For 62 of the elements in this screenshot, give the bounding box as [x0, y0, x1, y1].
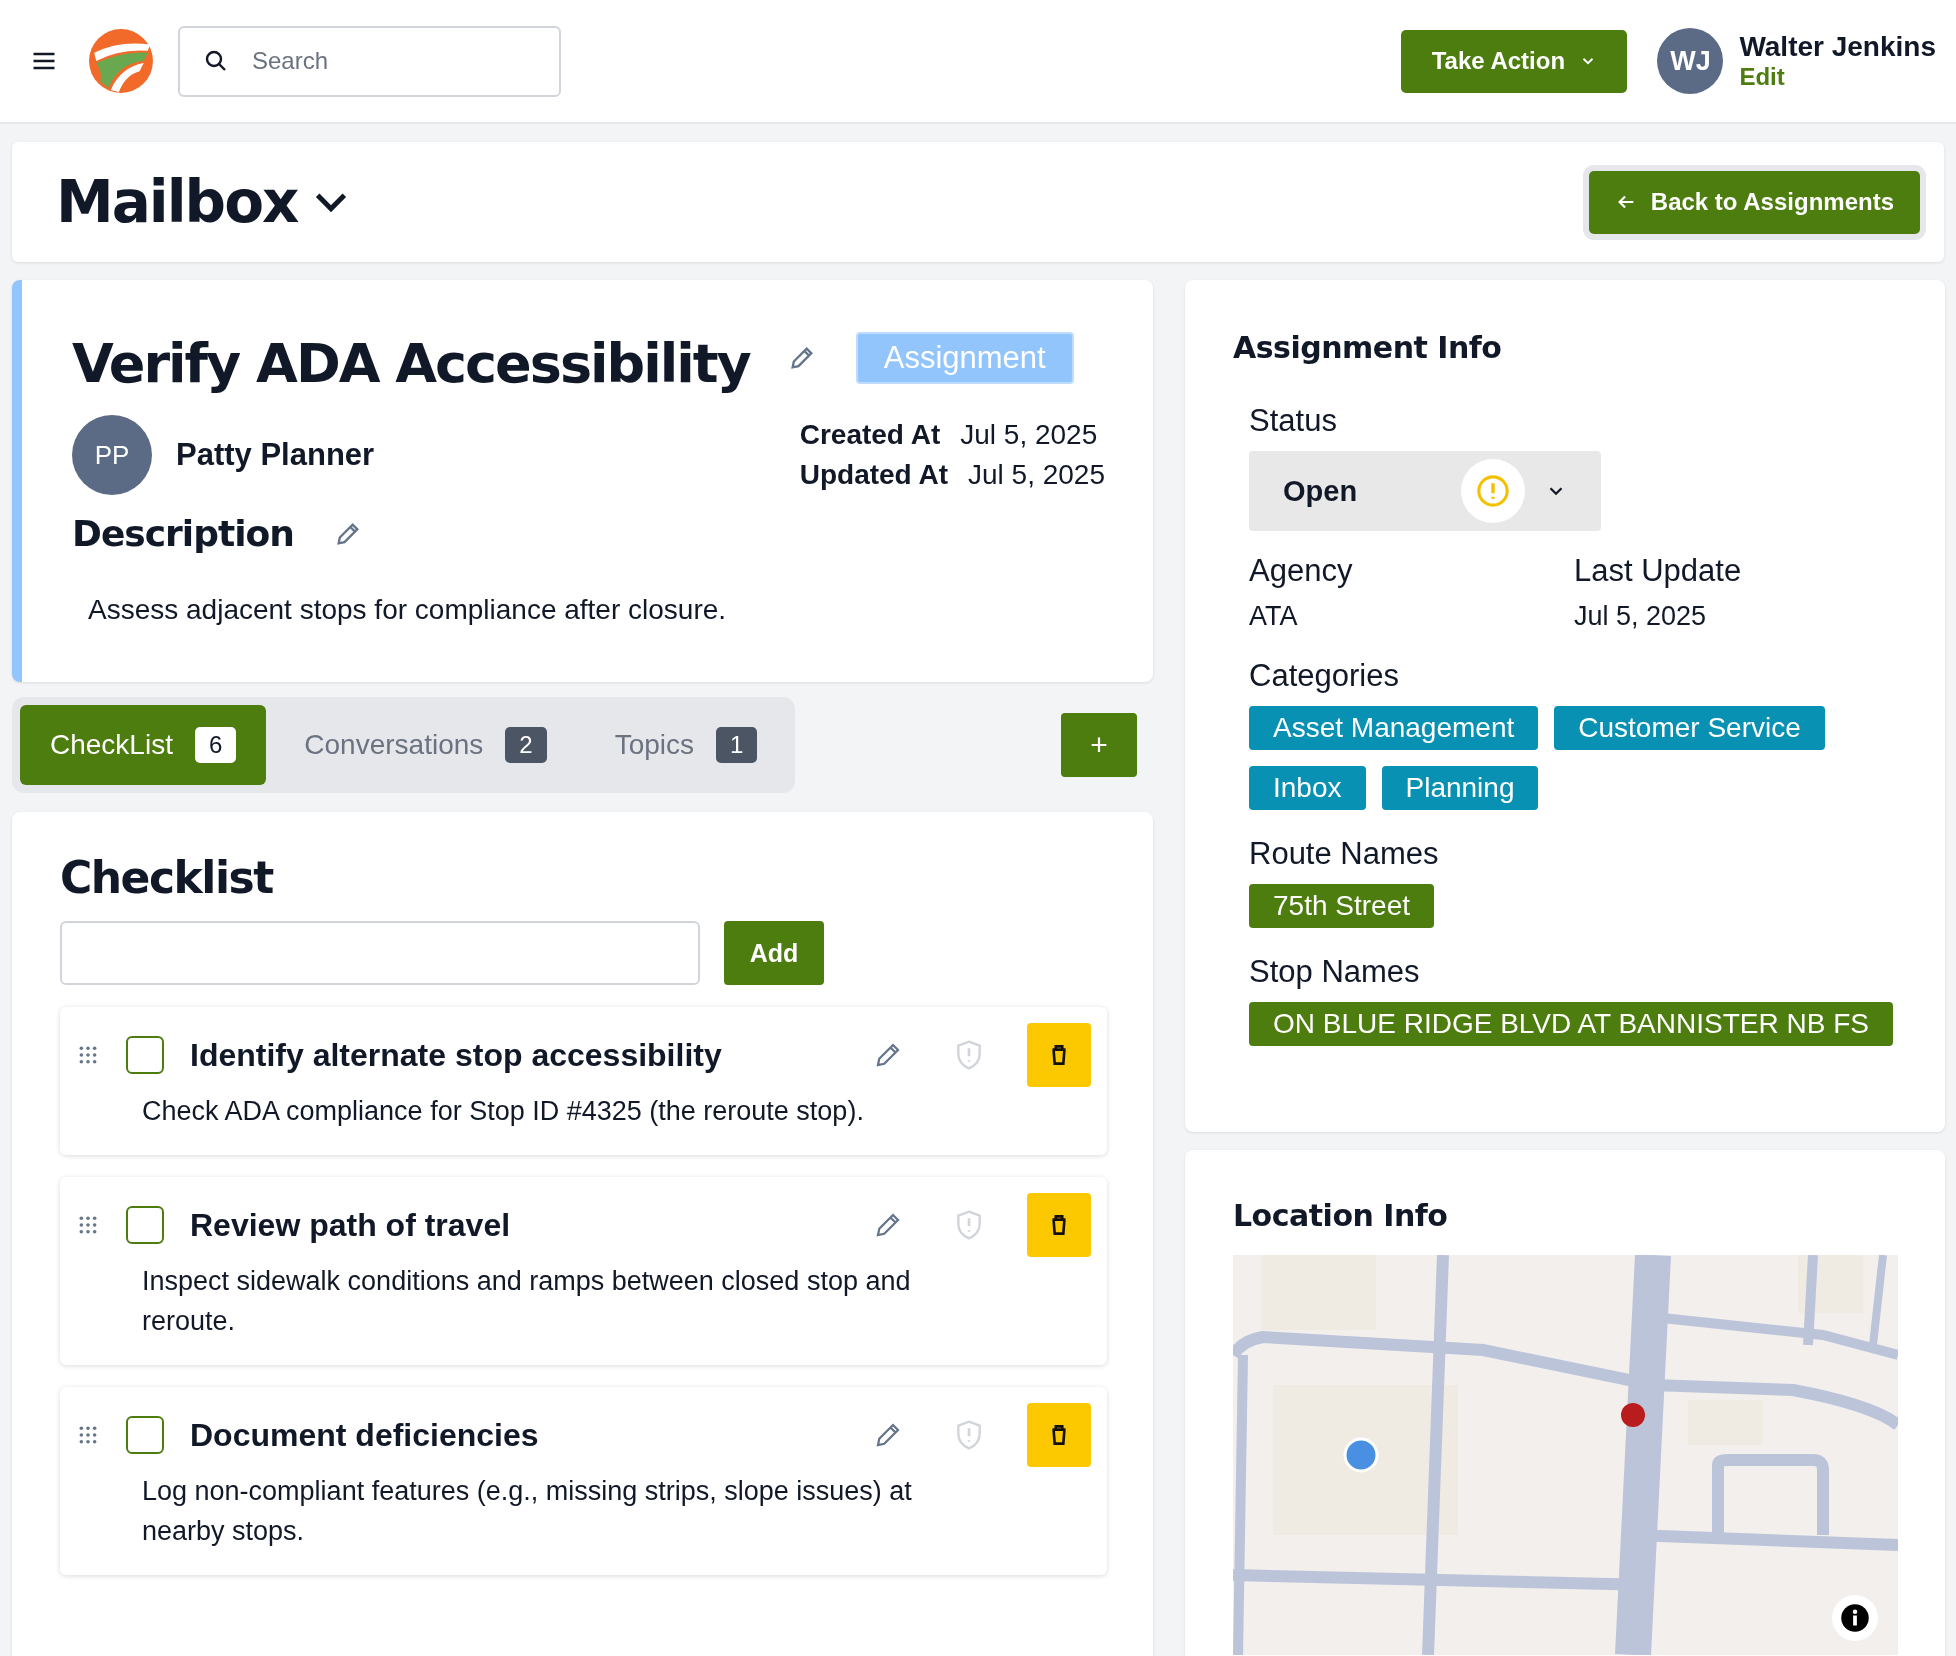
tag: Planning — [1381, 766, 1539, 810]
delete-button[interactable] — [1027, 1193, 1091, 1257]
search-icon — [204, 48, 228, 73]
count-badge: 6 — [194, 727, 237, 763]
assignment-info-heading: Assignment Info — [1233, 330, 1503, 365]
field-value: ATA — [1249, 601, 1299, 632]
group-label: Categories — [1249, 658, 1400, 694]
warning-icon — [1476, 474, 1510, 508]
edit-link[interactable]: Edit — [1739, 63, 1936, 91]
item-title: Identify alternate stop accessibility — [190, 1036, 723, 1074]
location-info-heading: Location Info — [1233, 1198, 1449, 1233]
search-field[interactable]: Search — [178, 25, 561, 97]
drag-handle-icon[interactable] — [78, 1215, 98, 1235]
tab[interactable]: Conversations 2 — [274, 705, 577, 785]
field-value: Jul 5, 2025 — [1574, 601, 1708, 632]
new-item-field[interactable] — [60, 921, 700, 985]
add-button[interactable]: + — [1061, 713, 1137, 777]
count-badge: 1 — [716, 727, 758, 763]
group-label: Route Names — [1249, 836, 1440, 872]
field-label: Agency — [1249, 553, 1354, 589]
group-label: Stop Names — [1249, 954, 1421, 990]
field-label: Last Update — [1574, 553, 1743, 589]
logo-icon[interactable] — [88, 28, 154, 94]
user-avatar[interactable]: WJ — [1657, 28, 1724, 94]
drag-handle-icon[interactable] — [78, 1425, 98, 1445]
description-heading: Description — [72, 513, 294, 554]
delete-button[interactable] — [1027, 1023, 1091, 1087]
item-description: Check ADA compliance for Stop ID #4325 (the reroute stop). — [142, 1095, 865, 1128]
count-badge: 2 — [505, 727, 547, 763]
date-value: Jul 5, 2025 — [960, 418, 1098, 452]
author-avatar: PP — [72, 415, 152, 495]
description-text: Assess adjacent stops for compliance after closure. — [88, 594, 728, 626]
page-title-dropdown[interactable]: Mailbox — [56, 168, 352, 236]
date-label: Created At — [799, 418, 941, 452]
delete-button[interactable] — [1027, 1403, 1091, 1467]
item-description: Log non-compliant features (e.g., missing strips, slope issues) at nearby stops. — [142, 1475, 913, 1548]
tab[interactable]: CheckList 6 — [20, 705, 267, 785]
checklist-heading: Checklist — [60, 852, 275, 903]
author-name: Patty Planner — [176, 437, 375, 473]
status-label: Status — [1249, 403, 1338, 439]
info-icon — [1840, 1603, 1870, 1633]
date-value: Jul 5, 2025 — [968, 458, 1105, 492]
tag: Asset Management — [1249, 706, 1539, 750]
tab[interactable]: Topics 1 — [584, 705, 788, 785]
add-item-button[interactable]: Add — [724, 921, 824, 985]
type-badge: Assignment — [855, 331, 1074, 384]
item-title: Document deficiencies — [190, 1416, 540, 1454]
status-dropdown[interactable]: Open — [1249, 451, 1601, 531]
item-title: Review path of travel — [190, 1206, 512, 1244]
assignment-title: Verify ADA Accessibility — [72, 332, 750, 395]
item-description: Inspect sidewalk conditions and ramps between closed stop and reroute. — [142, 1265, 912, 1338]
checkbox[interactable] — [126, 1036, 164, 1074]
tag: ON BLUE RIDGE BLVD AT BANNISTER NB FS — [1249, 1002, 1893, 1046]
tag: Inbox — [1249, 766, 1366, 810]
checkbox[interactable] — [126, 1206, 164, 1244]
take-action-button[interactable]: Take Action — [1401, 29, 1628, 93]
tag: 75th Street — [1249, 884, 1434, 928]
tag: Customer Service — [1554, 706, 1825, 750]
date-label: Updated At — [799, 458, 948, 492]
checkbox[interactable] — [126, 1416, 164, 1454]
drag-handle-icon[interactable] — [78, 1045, 98, 1065]
user-name: Walter Jenkins — [1739, 31, 1936, 63]
